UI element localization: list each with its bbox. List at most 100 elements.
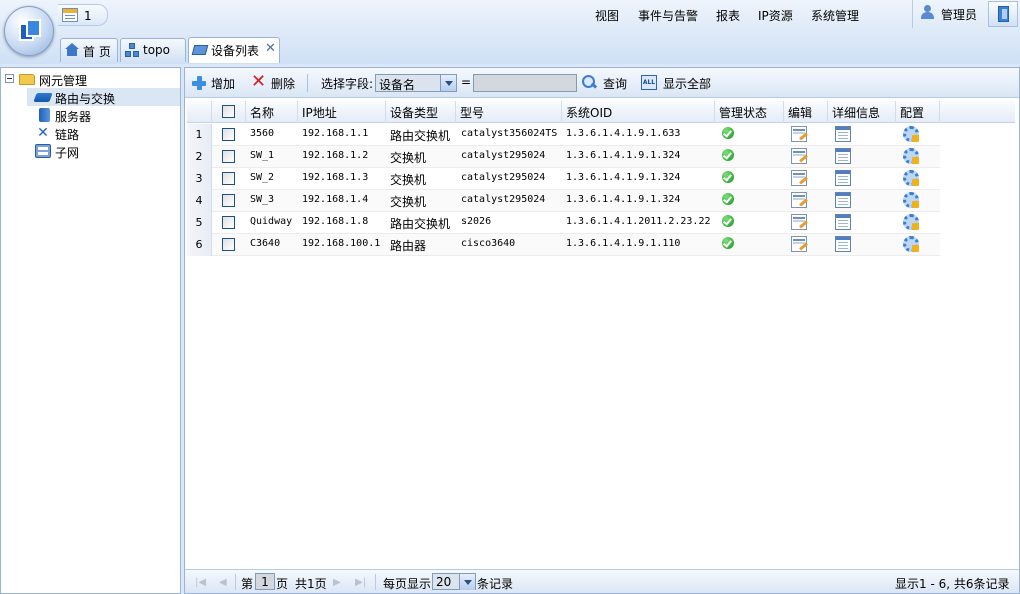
add-button[interactable]: 增加: [211, 75, 235, 92]
col-config[interactable]: 配置: [896, 101, 940, 123]
row-checkbox[interactable]: [222, 194, 235, 207]
edit-icon[interactable]: [791, 148, 807, 164]
show-all-button[interactable]: 显示全部: [663, 75, 711, 92]
cell-device-type: 交换机: [390, 173, 427, 187]
tree-node-links[interactable]: ✕ 链路: [1, 124, 180, 142]
cell-model: catalyst295024: [461, 194, 546, 205]
menu-events-alarms[interactable]: 事件与告警: [638, 7, 698, 24]
tab-device-list[interactable]: 设备列表 ✕: [188, 37, 280, 63]
config-icon[interactable]: [903, 214, 919, 230]
col-model[interactable]: 型号: [456, 101, 562, 123]
tree-node-subnets[interactable]: 子网: [1, 142, 180, 160]
row-number: 3: [187, 168, 212, 190]
tree-node-servers[interactable]: 服务器: [1, 106, 180, 124]
details-icon[interactable]: [835, 148, 851, 164]
row-number: 5: [187, 212, 212, 234]
delete-icon[interactable]: ✕: [251, 73, 266, 91]
tab-topo[interactable]: topo: [120, 38, 186, 62]
row-checkbox[interactable]: [222, 238, 235, 251]
tab-home[interactable]: 首 页: [60, 38, 118, 62]
tree-node-label: 链路: [55, 128, 80, 142]
edit-icon[interactable]: [791, 126, 807, 142]
table-row[interactable]: 2 SW_1 192.168.1.2 交换机 catalyst295024 1.3.6.1…: [187, 146, 940, 168]
config-icon[interactable]: [903, 126, 919, 142]
details-icon[interactable]: [835, 170, 851, 186]
table-row[interactable]: 1 3560 192.168.1.1 路由交换机 catalyst356024TS 1.3…: [187, 124, 940, 146]
row-checkbox[interactable]: [222, 150, 235, 163]
status-ok-icon: [722, 149, 734, 161]
next-page-icon[interactable]: ▶: [333, 577, 341, 588]
details-icon[interactable]: [835, 192, 851, 208]
search-input[interactable]: [473, 74, 577, 92]
menu-view[interactable]: 视图: [595, 7, 619, 24]
col-edit[interactable]: 编辑: [784, 101, 828, 123]
per-page-select[interactable]: 20: [432, 573, 476, 590]
table-row[interactable]: 3 SW_2 192.168.1.3 交换机 catalyst295024 1.3.6.1…: [187, 168, 940, 190]
delete-button[interactable]: 删除: [271, 75, 295, 92]
col-system-oid[interactable]: 系统OID: [562, 101, 715, 123]
row-number-header: [187, 101, 212, 123]
col-device-type[interactable]: 设备类型: [386, 101, 456, 123]
prev-page-icon[interactable]: ◀: [219, 577, 227, 588]
col-details[interactable]: 详细信息: [828, 101, 896, 123]
show-all-icon[interactable]: ALL: [641, 75, 657, 90]
tree-node-routing-switching[interactable]: 路由与交换: [27, 88, 180, 106]
query-button[interactable]: 查询: [603, 75, 627, 92]
table-row[interactable]: 4 SW_3 192.168.1.4 交换机 catalyst295024 1.3.6.1…: [187, 190, 940, 212]
grid-header: 名称 IP地址 设备类型 型号 系统OID 管理状态 编辑 详细信息 配置: [187, 101, 1015, 123]
pagination-bar: |◀ ◀ 第 1 页 共1页 ▶ ▶| 每页显示 20 条记录 显示1 - 6,…: [185, 569, 1019, 593]
row-number: 2: [187, 146, 212, 168]
edit-icon[interactable]: [791, 236, 807, 252]
exit-door-icon: [998, 6, 1009, 22]
edit-icon[interactable]: [791, 214, 807, 230]
select-all-checkbox[interactable]: [222, 105, 235, 118]
menu-reports[interactable]: 报表: [716, 7, 740, 24]
config-icon[interactable]: [903, 148, 919, 164]
table-row[interactable]: 6 C3640 192.168.100.1 路由器 cisco3640 1.3.6.1.4…: [187, 234, 940, 256]
cell-system-oid: 1.3.6.1.4.1.9.1.324: [566, 172, 681, 183]
col-name[interactable]: 名称: [246, 101, 298, 123]
table-row[interactable]: 5 Quidway 192.168.1.8 路由交换机 s2026 1.3.6.1.4.1…: [187, 212, 940, 234]
cell-system-oid: 1.3.6.1.4.1.9.1.633: [566, 128, 681, 139]
field-select-value: 设备名: [379, 78, 416, 92]
row-checkbox[interactable]: [222, 172, 235, 185]
message-indicator[interactable]: 1: [58, 4, 108, 26]
cell-ip: 192.168.1.3: [302, 172, 369, 183]
status-ok-icon: [722, 237, 734, 249]
tree-collapse-icon[interactable]: [5, 74, 14, 83]
user-icon: [921, 5, 934, 19]
menu-ip-resources[interactable]: IP资源: [758, 7, 793, 24]
details-icon[interactable]: [835, 214, 851, 230]
row-checkbox[interactable]: [222, 216, 235, 229]
config-icon[interactable]: [903, 170, 919, 186]
config-icon[interactable]: [903, 236, 919, 252]
user-menu[interactable]: 管理员: [912, 0, 986, 28]
details-icon[interactable]: [835, 236, 851, 252]
field-select[interactable]: 设备名: [375, 74, 457, 92]
cell-ip: 192.168.100.1: [302, 238, 381, 249]
tree-node-label: 网元管理: [39, 74, 88, 88]
row-checkbox[interactable]: [222, 128, 235, 141]
edit-icon[interactable]: [791, 170, 807, 186]
tab-close-icon[interactable]: ✕: [265, 41, 276, 56]
details-icon[interactable]: [835, 126, 851, 142]
col-ip[interactable]: IP地址: [298, 101, 386, 123]
cell-name: Quidway: [250, 216, 293, 227]
col-admin-status[interactable]: 管理状态: [715, 101, 784, 123]
row-number: 6: [187, 234, 212, 256]
page-number-input[interactable]: 1: [255, 573, 275, 590]
tree-node-ne-management[interactable]: 网元管理: [1, 70, 180, 88]
cell-model: catalyst356024TS: [461, 128, 558, 139]
search-icon[interactable]: [581, 74, 597, 90]
config-icon[interactable]: [903, 192, 919, 208]
cell-ip: 192.168.1.2: [302, 150, 369, 161]
add-icon[interactable]: [191, 75, 207, 91]
per-page-value: 20: [436, 575, 452, 589]
logout-button[interactable]: [988, 1, 1018, 27]
status-ok-icon: [722, 127, 734, 139]
top-header: 1 视图 事件与告警 报表 IP资源 系统管理 管理员 首 页 topo 设备列…: [0, 0, 1020, 64]
menu-system-management[interactable]: 系统管理: [811, 7, 859, 24]
first-page-icon[interactable]: |◀: [195, 577, 206, 588]
last-page-icon[interactable]: ▶|: [355, 577, 366, 588]
edit-icon[interactable]: [791, 192, 807, 208]
